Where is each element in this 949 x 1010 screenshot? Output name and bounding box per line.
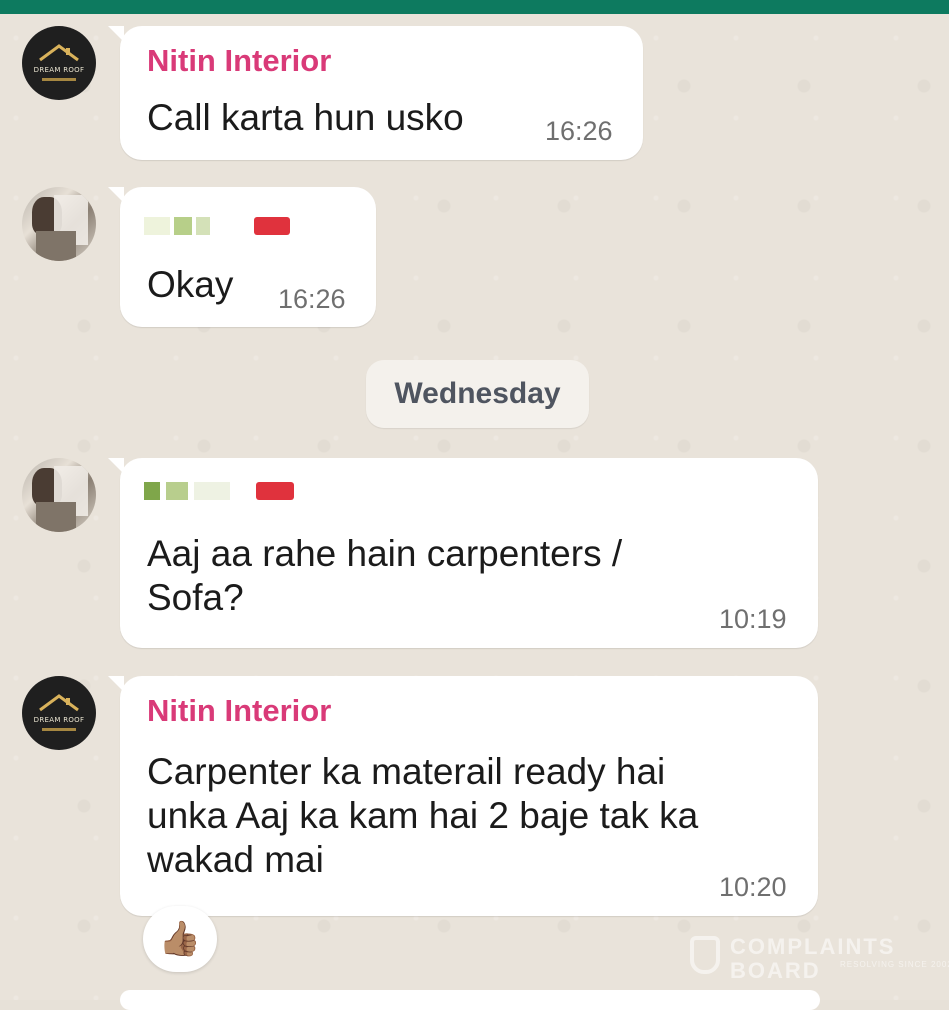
thumbs-up-reaction[interactable]: 👍🏽 xyxy=(143,906,217,972)
watermark-line1: COMPLAINTS xyxy=(730,934,896,959)
next-message-bubble-partial[interactable] xyxy=(120,990,820,1010)
brand-logo-text: DREAM ROOF xyxy=(33,66,85,74)
watermark-small: RESOLVING SINCE 2002 xyxy=(840,960,949,969)
avatar[interactable] xyxy=(22,458,96,532)
watermark: COMPLAINTS BOARD RESOLVING SINCE 2002 xyxy=(690,932,949,983)
app-header-bar xyxy=(0,0,949,14)
bubble-tail xyxy=(108,26,124,42)
message-bubble[interactable]: Nitin Interior Call karta hun usko 16:26 xyxy=(108,26,643,160)
message-time: 16:26 xyxy=(545,116,613,146)
shield-icon xyxy=(690,936,720,974)
brand-underline xyxy=(42,728,76,731)
watermark-line2: BOARD xyxy=(730,958,821,983)
message-text: Carpenter ka materail ready hai unka Aaj… xyxy=(147,751,699,880)
message-time: 10:19 xyxy=(719,604,787,634)
message-bubble[interactable]: Aaj aa rahe hain carpenters / Sofa? 10:1… xyxy=(108,458,818,648)
bubble-tail xyxy=(108,187,124,203)
sender-name[interactable]: Nitin Interior xyxy=(147,693,331,729)
message-time: 16:26 xyxy=(278,284,346,314)
message-text: Call karta hun usko xyxy=(147,97,464,138)
message-bubble[interactable]: Nitin Interior Carpenter ka materail rea… xyxy=(108,676,818,916)
message-text: Okay xyxy=(147,264,234,305)
avatar[interactable]: DREAM ROOF xyxy=(22,676,96,750)
message-time: 10:20 xyxy=(719,872,787,902)
roof-logo-icon xyxy=(39,694,79,712)
brand-underline xyxy=(42,78,76,81)
avatar[interactable] xyxy=(22,187,96,261)
message-text: Aaj aa rahe hain carpenters / Sofa? xyxy=(147,533,623,618)
date-separator: Wednesday xyxy=(366,360,589,428)
brand-logo-text: DREAM ROOF xyxy=(33,716,85,724)
redacted-sender-name xyxy=(144,482,304,500)
bubble-tail xyxy=(108,676,124,692)
bubble-tail xyxy=(108,458,124,474)
redacted-sender-name xyxy=(144,217,290,235)
avatar[interactable]: DREAM ROOF xyxy=(22,26,96,100)
sender-name[interactable]: Nitin Interior xyxy=(147,43,331,79)
message-bubble[interactable]: Okay 16:26 xyxy=(108,187,376,327)
roof-logo-icon xyxy=(39,44,79,62)
